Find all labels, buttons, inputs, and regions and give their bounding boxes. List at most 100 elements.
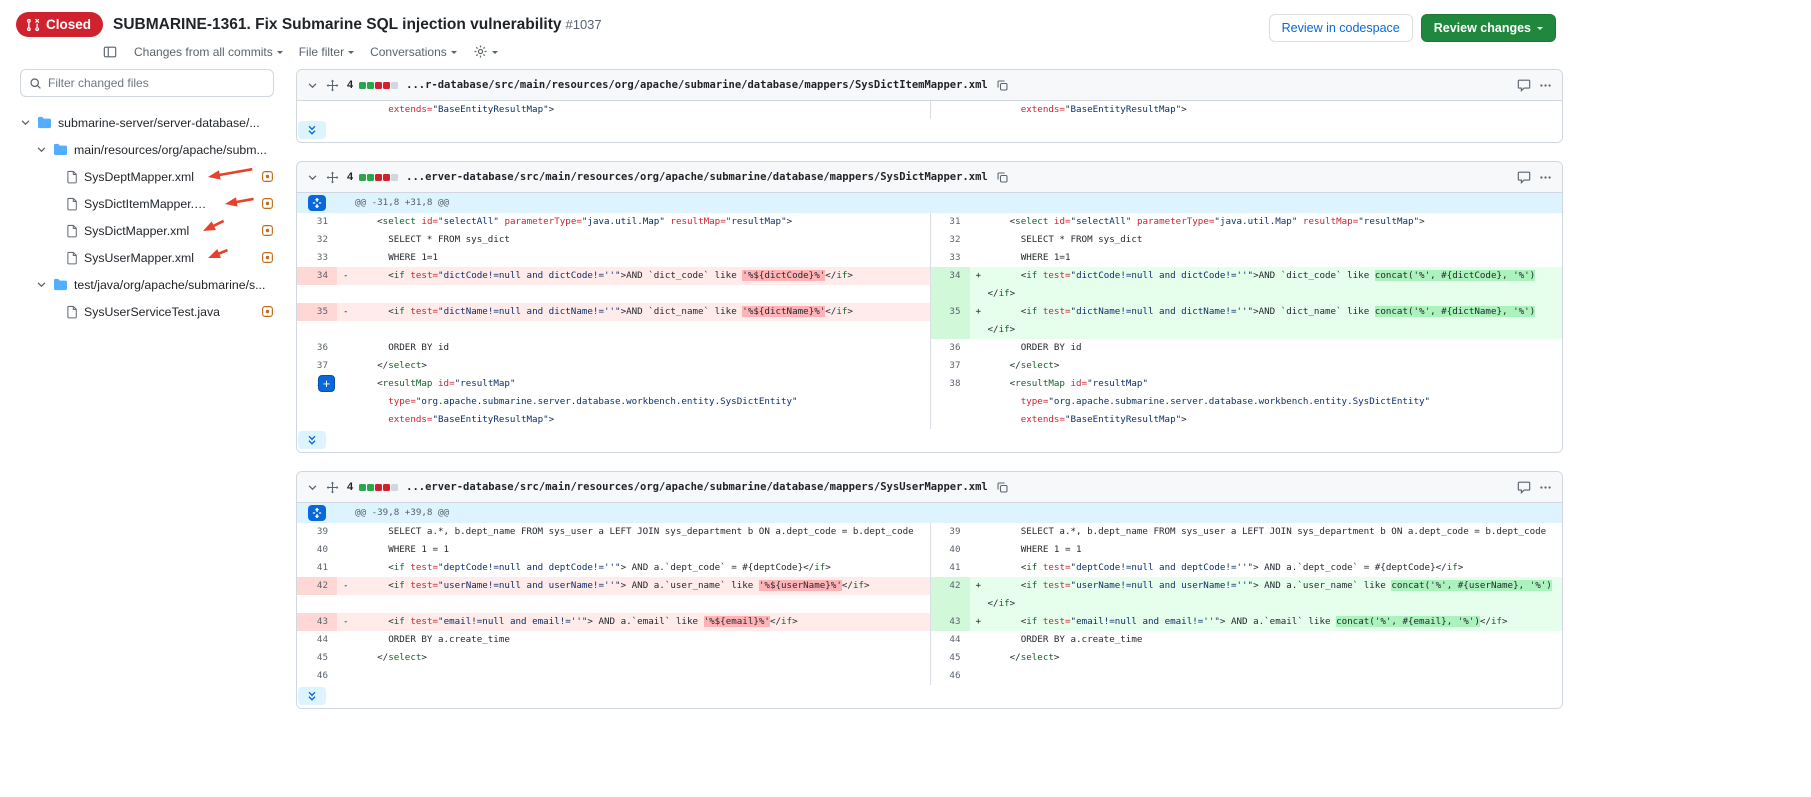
diff-code-cell: <select id="selectAll" parameterType="ja… xyxy=(970,213,1563,231)
file-path-link[interactable]: ...erver-database/src/main/resources/org… xyxy=(406,171,988,183)
diff-line-number[interactable]: 39 xyxy=(297,523,337,541)
kebab-menu-icon[interactable] xyxy=(1539,79,1552,92)
diff-line-number[interactable] xyxy=(297,101,337,119)
file-filter-dropdown[interactable]: File filter xyxy=(299,45,354,59)
diff-line-number[interactable]: 41 xyxy=(297,559,337,577)
diff-row: 44 ORDER BY a.create_time44 ORDER BY a.c… xyxy=(297,631,1562,649)
tree-file-item[interactable]: SysUserServiceTest.java xyxy=(20,298,274,325)
tree-folder-item[interactable]: main/resources/org/apache/subm... xyxy=(20,136,274,163)
diff-code-cell xyxy=(337,667,930,685)
diff-stat-square xyxy=(367,174,374,181)
diff-line-number[interactable]: 45 xyxy=(297,649,337,667)
diff-line-number[interactable]: 40 xyxy=(930,541,970,559)
tree-item-label: submarine-server/server-database/... xyxy=(58,116,260,130)
diff-line-number[interactable]: 33 xyxy=(930,249,970,267)
expand-hunk-button[interactable] xyxy=(308,505,326,521)
diff-line-number[interactable]: 34 xyxy=(297,267,337,303)
diff-line-number[interactable]: 44 xyxy=(930,631,970,649)
diff-line-number[interactable]: 32 xyxy=(297,231,337,249)
diff-line-number[interactable]: 40 xyxy=(297,541,337,559)
diff-line-number[interactable]: 37 xyxy=(297,357,337,375)
diff-line-number[interactable]: 39 xyxy=(930,523,970,541)
file-path-link[interactable]: ...r-database/src/main/resources/org/apa… xyxy=(406,79,988,91)
kebab-menu-icon[interactable] xyxy=(1539,481,1552,494)
hunk-row: @@ -31,8 +31,8 @@ xyxy=(297,193,1562,213)
diff-code-cell: - <if test="dictCode!=null and dictCode!… xyxy=(337,267,930,303)
tree-folder-item[interactable]: submarine-server/server-database/... xyxy=(20,109,274,136)
kebab-menu-icon[interactable] xyxy=(1539,171,1552,184)
chevron-down-icon[interactable] xyxy=(307,172,318,183)
diff-line-number[interactable]: 34 xyxy=(930,267,970,303)
diff-stat-square xyxy=(383,174,390,181)
drag-file-icon[interactable] xyxy=(326,79,339,92)
tree-file-item[interactable]: SysDictItemMapper.xml xyxy=(20,190,274,217)
comment-icon[interactable] xyxy=(1517,78,1531,92)
conversations-dropdown[interactable]: Conversations xyxy=(370,45,457,59)
expand-down-button[interactable] xyxy=(298,121,326,139)
diff-line-number[interactable]: 38+ xyxy=(297,375,337,429)
diff-file-header: 4...erver-database/src/main/resources/or… xyxy=(297,162,1562,193)
diff-line-number[interactable]: 41 xyxy=(930,559,970,577)
file-status-modified-icon xyxy=(261,305,274,318)
tree-file-item[interactable]: SysUserMapper.xml xyxy=(20,244,274,271)
file-path-link[interactable]: ...erver-database/src/main/resources/org… xyxy=(406,481,988,493)
comment-icon[interactable] xyxy=(1517,170,1531,184)
diff-line-number[interactable]: 35 xyxy=(930,303,970,339)
copy-path-icon[interactable] xyxy=(996,171,1009,184)
changes-from-dropdown[interactable]: Changes from all commits xyxy=(134,45,283,59)
tree-file-item[interactable]: SysDictMapper.xml xyxy=(20,217,274,244)
add-comment-plus-button[interactable]: + xyxy=(318,375,335,392)
diff-line-number[interactable]: 43 xyxy=(930,613,970,631)
chevron-down-icon[interactable] xyxy=(307,482,318,493)
expand-down-button[interactable] xyxy=(298,431,326,449)
diff-line-number[interactable]: 36 xyxy=(297,339,337,357)
sidebar-toggle-icon[interactable] xyxy=(102,45,118,59)
review-in-codespace-button[interactable]: Review in codespace xyxy=(1269,14,1413,42)
diff-line-number[interactable]: 33 xyxy=(297,249,337,267)
review-changes-button[interactable]: Review changes xyxy=(1421,14,1556,42)
filter-files-input[interactable] xyxy=(48,76,265,90)
diff-body: @@ -39,8 +39,8 @@39 SELECT a.*, b.dept_n… xyxy=(297,503,1562,708)
diff-code-cell: <select id="selectAll" parameterType="ja… xyxy=(337,213,930,231)
diff-code-cell: </select> xyxy=(337,649,930,667)
diff-settings-dropdown[interactable] xyxy=(473,44,498,59)
diff-stat-count: 4 xyxy=(347,79,353,91)
diff-line-number[interactable]: 36 xyxy=(930,339,970,357)
diff-line-number[interactable]: 44 xyxy=(297,631,337,649)
diff-code-cell: ORDER BY a.create_time xyxy=(337,631,930,649)
diff-line-number[interactable]: 42 xyxy=(297,577,337,613)
annotation-arrow xyxy=(201,215,228,236)
diff-code-cell: SELECT * FROM sys_dict xyxy=(970,231,1563,249)
diff-line-number[interactable]: 45 xyxy=(930,649,970,667)
annotation-arrow xyxy=(206,244,231,263)
copy-path-icon[interactable] xyxy=(996,79,1009,92)
filter-files-field[interactable] xyxy=(20,69,274,97)
drag-file-icon[interactable] xyxy=(326,481,339,494)
diff-line-number[interactable]: 43 xyxy=(297,613,337,631)
tree-folder-item[interactable]: test/java/org/apache/submarine/s... xyxy=(20,271,274,298)
tree-file-item[interactable]: SysDeptMapper.xml xyxy=(20,163,274,190)
diff-sign-marker: - xyxy=(343,267,349,285)
diff-line-number[interactable]: 38 xyxy=(930,375,970,429)
expand-down-button[interactable] xyxy=(298,687,326,705)
diff-code-cell: <resultMap id="resultMap" type="org.apac… xyxy=(970,375,1563,429)
copy-path-icon[interactable] xyxy=(996,481,1009,494)
diff-line-number[interactable]: 37 xyxy=(930,357,970,375)
chevron-down-icon xyxy=(348,51,354,57)
diff-code-cell: ORDER BY id xyxy=(970,339,1563,357)
chevron-down-icon[interactable] xyxy=(307,80,318,91)
diff-line-number[interactable]: 31 xyxy=(930,213,970,231)
diff-line-number[interactable]: 46 xyxy=(297,667,337,685)
diff-line-number[interactable] xyxy=(930,101,970,119)
comment-icon[interactable] xyxy=(1517,480,1531,494)
folder-icon xyxy=(53,143,68,156)
expand-hunk-button[interactable] xyxy=(308,195,326,211)
diff-code-cell: <if test="deptCode!=null and deptCode!='… xyxy=(337,559,930,577)
diff-line-number[interactable]: 42 xyxy=(930,577,970,613)
diff-line-number[interactable]: 32 xyxy=(930,231,970,249)
diff-line-number[interactable]: 31 xyxy=(297,213,337,231)
diff-line-number[interactable]: 46 xyxy=(930,667,970,685)
diff-sign-marker: - xyxy=(343,303,349,321)
diff-line-number[interactable]: 35 xyxy=(297,303,337,339)
drag-file-icon[interactable] xyxy=(326,171,339,184)
